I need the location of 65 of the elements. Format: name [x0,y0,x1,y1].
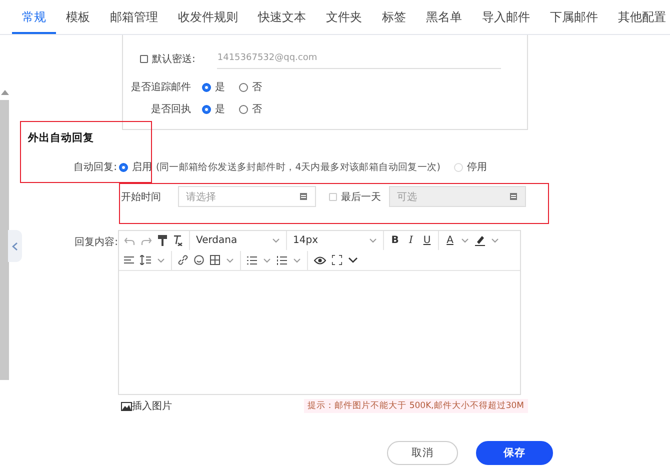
cancel-button[interactable]: 取消 [387,441,458,465]
calendar-icon [510,193,517,200]
preview-icon[interactable] [314,256,326,264]
tab[interactable]: 模板 [56,0,100,34]
radio-option[interactable]: 是 [202,80,225,94]
caret-icon[interactable] [491,238,499,243]
more-icon[interactable] [348,257,358,263]
link-icon[interactable] [178,255,188,265]
chevron-left-icon [12,242,18,250]
bullet-list-icon[interactable] [247,256,257,264]
field-label: 是否回执 [150,102,191,116]
caret-icon[interactable] [226,258,234,262]
section-title: 外出自动回复 [28,131,95,145]
caret-icon[interactable] [293,258,301,262]
field-label: 自动回复: [72,161,117,174]
hint-text: 提示：邮件图片不能大于 500K,邮件大小不得超过30M [304,399,528,413]
highlighter-icon[interactable] [475,235,485,246]
radio-option[interactable]: 是 [202,102,225,116]
caret-icon[interactable] [157,258,165,262]
save-button[interactable]: 保存 [476,441,553,465]
numbered-list-icon[interactable] [277,256,287,264]
caret-icon [272,238,280,243]
format-painter-icon[interactable] [158,235,167,246]
tab[interactable]: 收发件规则 [168,0,248,34]
radio-option[interactable]: 否 [239,80,262,94]
field-label: 回复内容: [74,236,119,249]
field-label: 开始时间 [121,190,162,204]
format-button[interactable]: B [390,235,400,246]
note-text: (同一邮箱给你发送多封邮件时，4天内最多对该邮箱自动回复一次) [156,160,440,174]
format-button[interactable]: I [406,235,416,246]
collapse-button[interactable] [8,230,22,262]
font-dropdown[interactable]: Verdana [196,235,280,246]
radio-option[interactable]: 否 [239,102,262,116]
clear-format-icon[interactable] [173,235,183,246]
caret-icon[interactable] [263,258,271,262]
tab[interactable]: 邮箱管理 [100,0,168,34]
calendar-icon [300,193,307,200]
rich-text-editor[interactable]: Verdana 14px B I U A [118,230,521,395]
font-color-button[interactable]: A [445,235,455,246]
line-height-icon[interactable] [140,255,151,265]
scrollbar[interactable] [0,100,9,380]
field-label: 是否追踪邮件 [130,80,191,94]
field-label: 默认密送: [152,52,196,66]
align-icon[interactable] [124,256,134,264]
insert-image-button[interactable]: 插入图片 [121,399,172,413]
image-icon [121,402,132,410]
size-dropdown[interactable]: 14px [293,235,377,246]
emoji-icon[interactable] [194,255,204,265]
caret-icon [369,238,377,243]
checkbox[interactable] [140,55,148,63]
scroll-up-icon[interactable] [1,90,9,95]
tab[interactable]: 黑名单 [416,0,472,34]
table-icon[interactable] [210,255,220,265]
tab[interactable]: 下属邮件 [540,0,608,34]
radio-option[interactable]: 启用 [119,160,152,174]
fullscreen-icon[interactable] [332,255,342,265]
tab[interactable]: 导入邮件 [472,0,540,34]
tab[interactable]: 文件夹 [316,0,372,34]
format-button[interactable]: U [422,235,432,246]
caret-icon[interactable] [461,238,469,243]
tab[interactable]: 标签 [372,0,416,34]
tab[interactable]: 其他配置 [608,0,670,34]
tab[interactable]: 常规 [12,0,56,34]
radio-option[interactable]: 停用 [454,160,488,174]
tab[interactable]: 快速文本 [248,0,316,34]
